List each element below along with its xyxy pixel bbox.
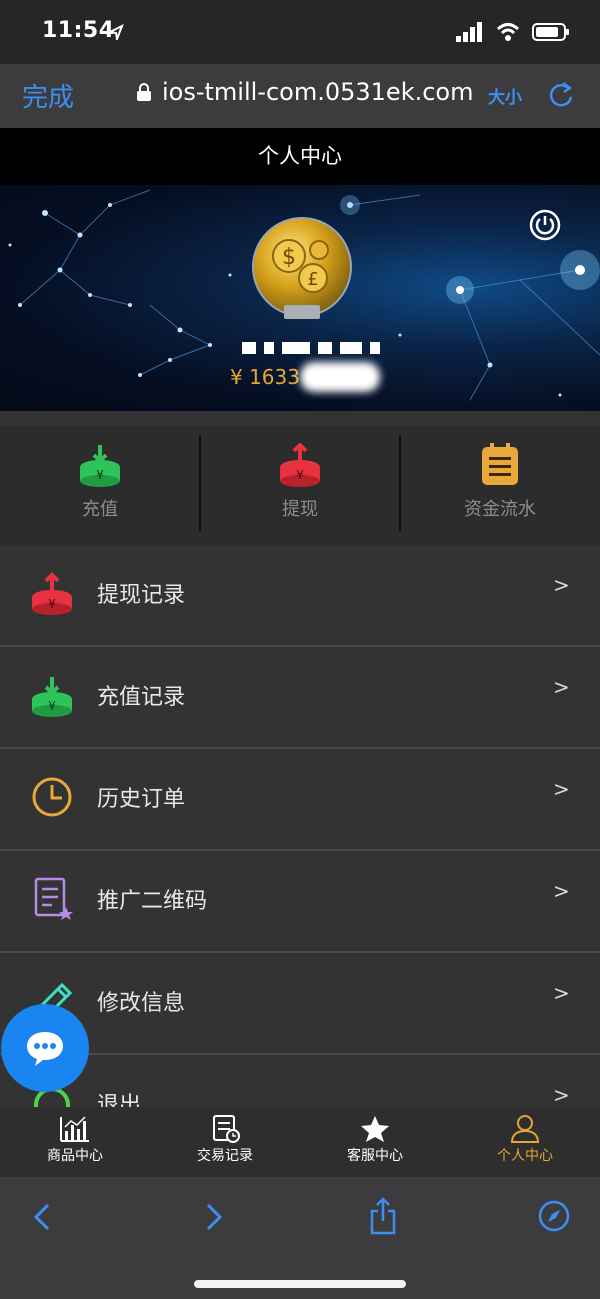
person-icon [510,1115,540,1143]
avatar-stand [284,305,320,319]
star-icon [361,1116,389,1142]
balance-amount: ¥ 1633 [230,365,300,389]
tab-products[interactable]: 商品中心 [0,1107,150,1177]
menu-item-promo-qrcode[interactable]: 推广二维码 > [0,851,600,953]
chevron-right-icon: > [553,981,570,1005]
menu-label: 充值记录 [97,685,186,710]
withdraw-label: 提现 [282,499,318,520]
withdraw-icon: ¥ [32,572,72,615]
chevron-right-icon: > [553,573,570,597]
url-text: ios-tmill-com.0531ek.com [162,78,474,106]
forward-icon[interactable] [202,1201,226,1233]
tab-label: 交易记录 [197,1148,253,1164]
username-obscured [242,338,412,358]
share-icon[interactable] [368,1197,398,1235]
compass-icon[interactable] [537,1199,571,1233]
balance-redaction [300,362,380,392]
chevron-right-icon: > [553,675,570,699]
deposit-icon: ¥ [80,445,120,487]
ledger-label: 资金流水 [464,499,536,520]
browser-toolbar: 完成 ios-tmill-com.0531ek.com 大小 [0,64,600,128]
currency-gears-icon: $ £ [272,239,329,293]
deposit-label: 充值 [82,499,118,520]
tab-personal-center[interactable]: 个人中心 [450,1107,600,1177]
svg-text:¥: ¥ [296,468,304,482]
menu-item-edit-info[interactable]: 修改信息 > [0,953,600,1055]
tab-label: 商品中心 [47,1148,103,1164]
ledger-button[interactable]: 资金流水 [400,425,600,545]
reload-icon[interactable] [547,79,575,109]
text-size-button[interactable]: 大小 [488,83,522,108]
location-arrow-icon [108,24,124,40]
menu-item-withdraw-records[interactable]: ¥ 提现记录 > [0,545,600,647]
tab-label: 个人中心 [497,1148,553,1164]
done-button[interactable]: 完成 [22,77,74,114]
wifi-icon [496,23,520,41]
ledger-icon [482,443,518,485]
power-icon[interactable] [528,208,562,242]
menu-item-order-history[interactable]: 历史订单 > [0,749,600,851]
lock-icon [137,83,151,101]
bottom-tab-bar: 商品中心 交易记录 客服中心 个人中心 [0,1107,600,1177]
page-title: 个人中心 [0,128,600,185]
chat-support-button[interactable] [1,1004,89,1092]
home-indicator [194,1280,406,1288]
svg-text:¥: ¥ [96,468,104,482]
menu-label: 提现记录 [97,583,186,608]
menu-item-deposit-records[interactable]: ¥ 充值记录 > [0,647,600,749]
status-bar: 11:54 [0,0,600,64]
svg-text:$: $ [282,245,296,270]
record-icon [213,1115,240,1143]
battery-icon [532,23,569,41]
url-field[interactable]: ios-tmill-com.0531ek.com [136,78,473,106]
deposit-icon: ¥ [32,677,72,717]
chevron-right-icon: > [553,1083,570,1107]
chevron-right-icon: > [553,777,570,801]
clock-icon [32,777,72,817]
menu-label: 修改信息 [97,991,186,1016]
cellular-signal-icon [456,22,482,42]
avatar[interactable]: $ £ [252,217,352,317]
chat-bubble-icon [27,1032,63,1066]
chart-icon [60,1116,89,1142]
tab-customer-service[interactable]: 客服中心 [300,1107,450,1177]
chevron-right-icon: > [553,879,570,903]
menu-label: 历史订单 [97,787,186,812]
back-icon[interactable] [30,1201,54,1233]
withdraw-button[interactable]: ¥ 提现 [200,425,400,545]
menu-label: 推广二维码 [97,889,208,914]
tab-trade-records[interactable]: 交易记录 [150,1107,300,1177]
tab-label: 客服中心 [347,1148,403,1164]
status-time: 11:54 [42,18,115,43]
menu-list: ¥ 提现记录 > ¥ 充值记录 > 历史订单 > 推广二维码 > 修改信息 > … [0,545,600,1157]
quick-actions: ¥ 充值 ¥ 提现 资金流水 [0,425,600,545]
withdraw-icon: ¥ [280,443,320,487]
svg-text:¥: ¥ [48,597,56,611]
svg-text:¥: ¥ [48,699,56,713]
svg-text:£: £ [307,269,318,290]
document-star-icon [34,877,73,920]
deposit-button[interactable]: ¥ 充值 [0,425,200,545]
